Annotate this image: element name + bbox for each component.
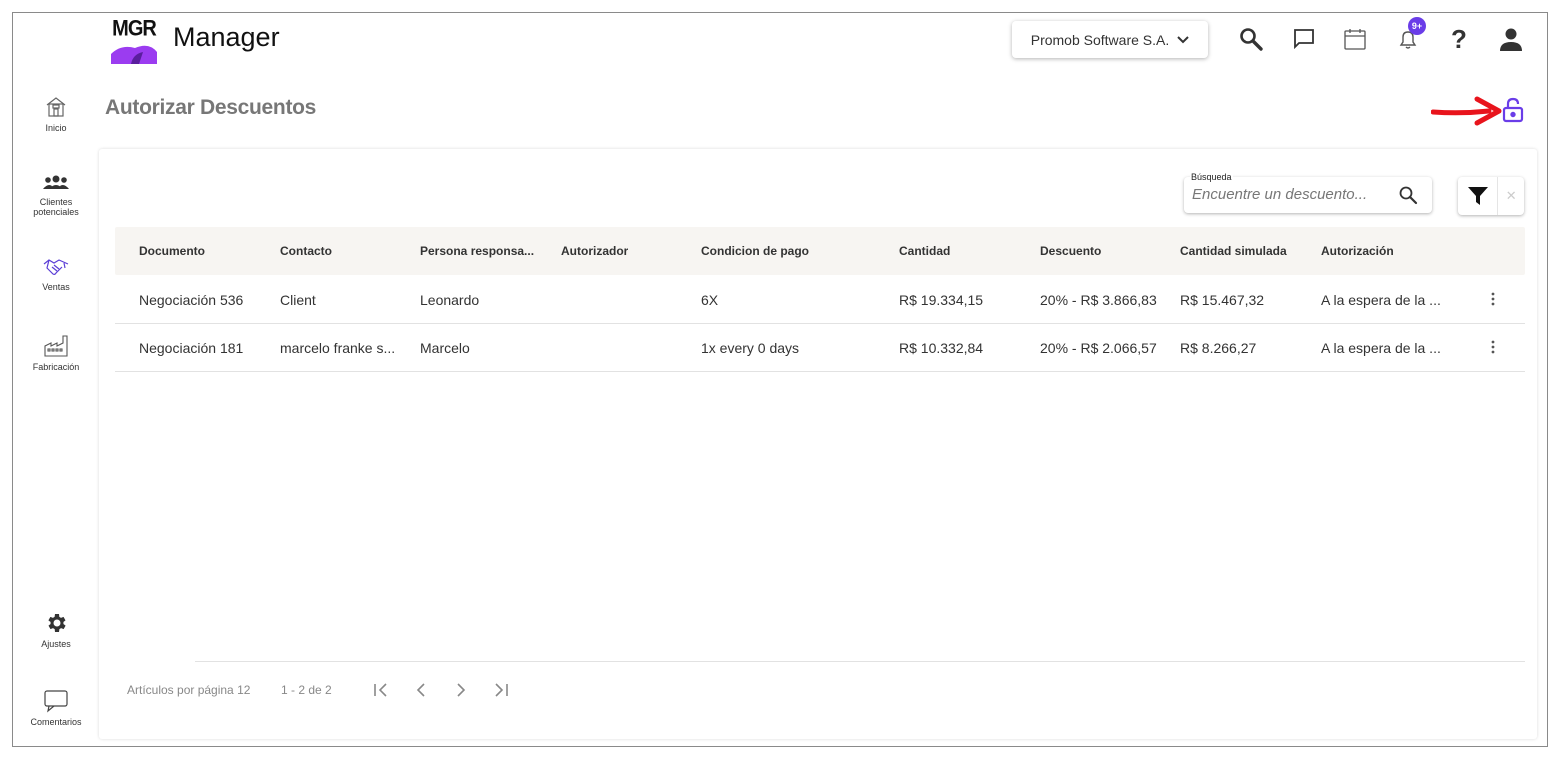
column-header-cantidad-simulada[interactable]: Cantidad simulada: [1180, 244, 1287, 258]
company-selector[interactable]: Promob Software S.A.: [1012, 21, 1208, 58]
prev-page-button[interactable]: [411, 680, 431, 700]
search-icon[interactable]: [1398, 185, 1418, 205]
sidebar-item-fabricacion[interactable]: Fabricación: [13, 334, 99, 372]
cell-condicion: 1x every 0 days: [701, 340, 800, 356]
column-header-condicion[interactable]: Condicion de pago: [701, 244, 809, 258]
notification-badge: 9+: [1408, 17, 1426, 35]
cell-autorizacion: A la espera de la ...: [1321, 340, 1441, 356]
cell-cantidad: R$ 19.334,15: [899, 292, 984, 308]
search-button[interactable]: [1237, 25, 1265, 53]
column-header-autorizador[interactable]: Autorizador: [561, 244, 628, 258]
search-input[interactable]: [1190, 185, 1394, 204]
cell-contacto: Client: [280, 292, 316, 308]
column-header-documento[interactable]: Documento: [139, 244, 205, 258]
house-icon: [46, 97, 66, 117]
sidebar-item-label: Inicio: [45, 123, 67, 133]
sidebar-item-label: Clientes potenciales: [33, 197, 79, 217]
page-title: Autorizar Descuentos: [105, 96, 317, 119]
sidebar-item-label: Ventas: [42, 282, 70, 292]
gear-icon: [48, 614, 66, 632]
app-window: Inicio Clientes potenciales Ventas Fabri…: [12, 12, 1548, 747]
cell-descuento: 20% - R$ 2.066,57: [1040, 340, 1157, 356]
group-icon: [43, 175, 69, 189]
app-logo[interactable]: MGR: [109, 16, 159, 64]
search-icon: [1240, 28, 1263, 51]
help-button[interactable]: ?: [1445, 24, 1473, 54]
row-menu-button[interactable]: [1486, 289, 1500, 309]
first-page-icon: [374, 683, 387, 697]
next-page-button[interactable]: [451, 680, 471, 700]
cell-persona: Leonardo: [420, 292, 480, 308]
column-header-autorizacion[interactable]: Autorización: [1321, 244, 1394, 258]
sidebar: Inicio Clientes potenciales Ventas Fabri…: [13, 13, 99, 746]
lock-open-icon: [1502, 97, 1524, 123]
sidebar-item-comentarios[interactable]: Comentarios: [13, 689, 99, 727]
cell-documento: Negociación 181: [139, 340, 244, 356]
column-header-cantidad[interactable]: Cantidad: [899, 244, 950, 258]
company-name: Promob Software S.A.: [1030, 31, 1170, 48]
chat-icon: [1294, 29, 1314, 50]
cell-autorizacion: A la espera de la ...: [1321, 292, 1441, 308]
logo-text: MGR: [112, 16, 157, 42]
table-row[interactable]: Negociación 181 marcelo franke s... Marc…: [115, 323, 1525, 372]
cell-cantidad-simulada: R$ 15.467,32: [1180, 292, 1265, 308]
row-menu-button[interactable]: [1486, 337, 1500, 357]
column-header-persona[interactable]: Persona responsa...: [420, 244, 534, 258]
chat-button[interactable]: [1290, 25, 1318, 53]
lock-button[interactable]: [1501, 97, 1525, 123]
last-page-icon: [495, 683, 508, 697]
column-header-contacto[interactable]: Contacto: [280, 244, 332, 258]
more-vertical-icon: [1491, 340, 1495, 354]
annotation-arrow-icon: [1431, 96, 1502, 126]
pagination-divider: [195, 661, 1525, 662]
comment-icon: [44, 690, 68, 713]
cell-documento: Negociación 536: [139, 292, 244, 308]
cell-descuento: 20% - R$ 3.866,83: [1040, 292, 1157, 308]
chevron-down-icon: [1177, 35, 1189, 43]
table-header: Documento Contacto Persona responsa... A…: [115, 227, 1525, 275]
sidebar-item-label: Comentarios: [30, 717, 82, 727]
cell-cantidad: R$ 10.332,84: [899, 340, 984, 356]
factory-icon: [44, 335, 68, 357]
handshake-icon: [43, 259, 69, 275]
search-box: Búsqueda: [1184, 172, 1432, 213]
more-vertical-icon: [1491, 292, 1495, 306]
clear-filter-button[interactable]: ✕: [1497, 177, 1524, 215]
cell-contacto: marcelo franke s...: [280, 340, 396, 356]
app-name: Manager: [173, 22, 280, 52]
table-row[interactable]: Negociación 536 Client Leonardo 6X R$ 19…: [115, 275, 1525, 324]
notifications-button[interactable]: 9+: [1394, 17, 1426, 53]
first-page-button[interactable]: [371, 680, 391, 700]
pagination-range: 1 - 2 de 2: [281, 683, 332, 697]
cell-cantidad-simulada: R$ 8.266,27: [1180, 340, 1257, 356]
discounts-card: Búsqueda ✕ Documento Contacto Persona re…: [99, 149, 1537, 739]
filter-group: ✕: [1458, 177, 1524, 215]
filter-icon: [1467, 187, 1488, 205]
search-label: Búsqueda: [1190, 172, 1233, 182]
sidebar-item-ajustes[interactable]: Ajustes: [13, 611, 99, 649]
cell-persona: Marcelo: [420, 340, 470, 356]
cell-condicion: 6X: [701, 292, 719, 308]
calendar-button[interactable]: [1341, 25, 1369, 53]
column-header-descuento[interactable]: Descuento: [1040, 244, 1101, 258]
chevron-right-icon: [457, 683, 466, 697]
calendar-icon: [1344, 29, 1366, 50]
last-page-button[interactable]: [491, 680, 511, 700]
user-icon: [1500, 28, 1522, 51]
sidebar-item-inicio[interactable]: Inicio: [13, 95, 99, 133]
sidebar-item-clientes[interactable]: Clientes potenciales: [13, 173, 99, 217]
user-button[interactable]: [1497, 25, 1525, 53]
sidebar-item-label: Ajustes: [41, 639, 71, 649]
filter-button[interactable]: [1458, 177, 1497, 215]
sidebar-item-label: Fabricación: [32, 362, 80, 372]
items-per-page[interactable]: Artículos por página 12: [127, 683, 250, 697]
chevron-left-icon: [416, 683, 425, 697]
sidebar-item-ventas[interactable]: Ventas: [13, 256, 99, 292]
